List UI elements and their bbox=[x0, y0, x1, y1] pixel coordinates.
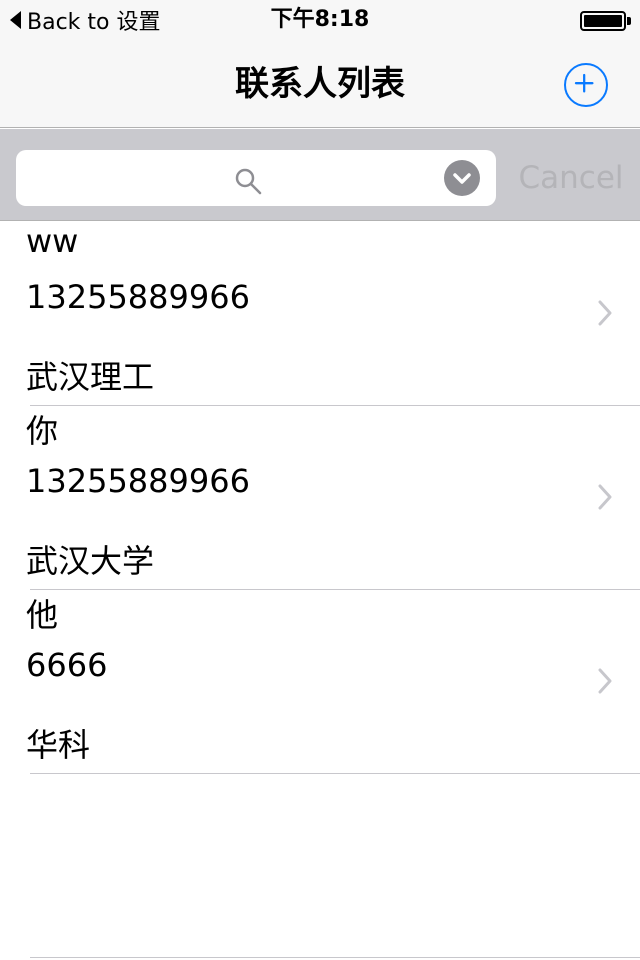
chevron-right-icon bbox=[598, 300, 612, 326]
contact-organization: 华科 bbox=[26, 726, 91, 764]
contact-row[interactable]: 他 6666 华科 bbox=[26, 590, 640, 774]
search-icon bbox=[235, 168, 262, 195]
contact-row[interactable]: 你 13255889966 武汉大学 bbox=[26, 406, 640, 590]
chevron-right-icon bbox=[598, 484, 612, 510]
page-title: 联系人列表 bbox=[235, 64, 405, 104]
battery-tip bbox=[627, 17, 631, 25]
contact-name: 你 bbox=[26, 412, 59, 450]
contact-name: 他 bbox=[26, 596, 59, 634]
status-bar: Back to 设置 下午8:18 bbox=[0, 0, 640, 40]
battery-level bbox=[584, 15, 622, 27]
contact-organization: 武汉理工 bbox=[26, 358, 155, 396]
chevron-down-circle-icon[interactable] bbox=[444, 160, 480, 196]
plus-circle-icon bbox=[574, 73, 594, 93]
add-contact-button[interactable] bbox=[564, 63, 608, 107]
contact-phone: 13255889966 bbox=[26, 278, 250, 316]
contact-phone: 6666 bbox=[26, 646, 108, 684]
contact-phone: 13255889966 bbox=[26, 462, 250, 500]
contact-row[interactable]: ww 13255889966 武汉理工 bbox=[26, 222, 640, 406]
cancel-button[interactable]: Cancel bbox=[510, 150, 632, 206]
battery-icon bbox=[580, 11, 626, 31]
contact-name: ww bbox=[26, 222, 79, 260]
contact-organization: 武汉大学 bbox=[26, 542, 155, 580]
empty-row-divider bbox=[30, 957, 640, 958]
status-time: 下午8:18 bbox=[270, 7, 370, 32]
search-bar: Cancel bbox=[0, 129, 640, 221]
contact-list: ww 13255889966 武汉理工 你 13255889966 武汉大学 他… bbox=[0, 222, 640, 774]
navigation-bar: 联系人列表 bbox=[0, 40, 640, 128]
chevron-right-icon bbox=[598, 668, 612, 694]
